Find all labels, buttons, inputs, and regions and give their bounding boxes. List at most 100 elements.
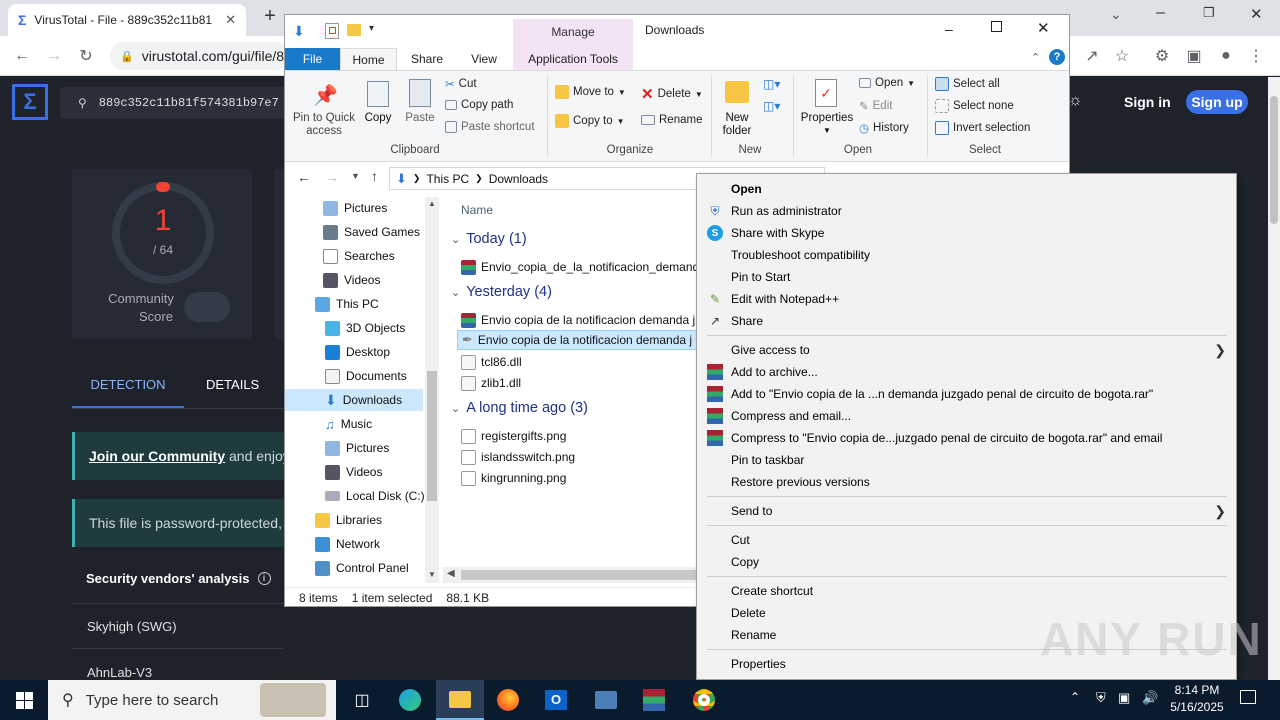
winrar-taskbar-icon[interactable] [630,680,678,720]
notification-center-icon[interactable] [1240,690,1256,704]
tray-network-icon[interactable]: ▣ [1118,690,1130,706]
column-header-name[interactable]: Name [461,203,493,217]
menu-item-edit-notepadpp[interactable]: ✎ Edit with Notepad++ [697,288,1236,310]
explorer-maximize-icon[interactable] [991,21,1002,32]
tray-defender-icon[interactable]: ⛨ [1096,690,1106,706]
restore-icon[interactable]: ❐ [1203,5,1215,21]
bookmark-star-icon[interactable]: ☆ [1110,44,1134,68]
file-item[interactable]: Envio_copia_de_la_notificacion_demand [461,257,699,277]
paste-button[interactable]: Paste [403,112,437,124]
menu-item-open[interactable]: Open [697,178,1236,200]
page-scrollbar-thumb[interactable] [1270,96,1278,224]
tab-file[interactable]: File [285,48,340,70]
file-item-selected[interactable]: ✒ Envio copia de la notificacion demanda … [457,330,697,350]
menu-item-give-access[interactable]: Give access to ❯ [697,339,1236,361]
menu-item-cut[interactable]: Cut [697,529,1236,551]
file-item[interactable]: tcl86.dll [461,352,522,372]
edge-icon[interactable] [386,680,434,720]
nav-item-pictures-2[interactable]: Pictures [325,437,389,459]
back-icon[interactable]: ← [10,44,34,68]
copy-button[interactable]: Copy [363,112,393,124]
tab-application-tools[interactable]: Application Tools [513,48,633,70]
explorer-close-icon[interactable]: ✕ [1037,19,1050,37]
firefox-icon[interactable] [484,680,532,720]
pin-to-quick-access-button[interactable]: Pin to Quick access [289,112,359,138]
edit-button[interactable]: ✎ Edit [859,99,892,113]
properties-dropdown-icon[interactable]: ▼ [823,126,831,135]
tray-overflow-icon[interactable]: ⌃ [1070,690,1080,704]
outlook-icon[interactable]: O [532,680,580,720]
extensions-icon[interactable]: ⚙ [1150,44,1174,68]
nav-back-icon[interactable]: ← [297,169,311,185]
history-button[interactable]: ◷ History [859,121,909,135]
info-icon[interactable]: i [257,572,271,585]
open-button[interactable]: Open ▼ [859,77,915,89]
group-yesterday[interactable]: ⌄ Yesterday (4) [451,284,552,300]
nav-item-network[interactable]: Network [315,533,380,555]
profile-icon[interactable]: ● [1214,44,1238,68]
nav-item-videos-2[interactable]: Videos [325,461,382,483]
reload-icon[interactable]: ↻ [74,44,98,68]
join-community-link[interactable]: Join our Community [89,448,225,464]
qat-dropdown-icon[interactable]: ▾ [369,23,374,34]
nav-item-saved-games[interactable]: Saved Games [323,221,420,243]
breadcrumb-this-pc[interactable]: This PC [426,172,469,186]
menu-item-share[interactable]: ↗ Share [697,310,1236,332]
taskbar-clock[interactable]: 8:14 PM 5/16/2025 [1160,682,1234,718]
nav-item-this-pc[interactable]: This PC [315,293,379,315]
file-explorer-taskbar-icon[interactable] [436,680,484,720]
menu-item-troubleshoot[interactable]: Troubleshoot compatibility [697,244,1236,266]
nav-item-local-disk[interactable]: Local Disk (C:) [325,485,425,507]
nav-item-documents[interactable]: Documents [325,365,407,387]
scroll-left-icon[interactable]: ◀ [447,568,455,579]
group-long-time-ago[interactable]: ⌄ A long time ago (3) [451,400,588,416]
sign-up-button[interactable]: Sign up [1186,90,1248,114]
vt-search-input[interactable]: ⚲ 889c352c11b81f574381b97e7 [60,87,290,119]
menu-item-pin-to-start[interactable]: Pin to Start [697,266,1236,288]
virustotal-logo-icon[interactable]: Σ [12,84,48,120]
nav-forward-icon[interactable]: → [325,169,339,185]
paste-shortcut-button[interactable]: Paste shortcut [445,121,535,133]
tab-share[interactable]: Share [399,48,455,70]
menu-item-share-with-skype[interactable]: S Share with Skype [697,222,1236,244]
file-item[interactable]: islandsswitch.png [461,447,575,467]
menu-item-add-to-archive[interactable]: Add to archive... [697,361,1236,383]
select-none-button[interactable]: Select none [935,99,1014,113]
scroll-up-icon[interactable]: ▲ [428,199,436,208]
horizontal-scrollbar-thumb[interactable] [461,570,697,580]
menu-item-compress-email[interactable]: Compress and email... [697,405,1236,427]
easy-access-icon[interactable]: ◫▾ [763,99,780,113]
browser-tab[interactable]: Σ VirusTotal - File - 889c352c11b81 ✕ [8,4,246,36]
minimize-icon[interactable]: – [1156,4,1165,22]
move-to-button[interactable]: Move to ▼ [555,85,626,99]
cut-button[interactable]: ✂ Cut [445,77,477,91]
nav-item-desktop[interactable]: Desktop [325,341,390,363]
task-view-icon[interactable]: ◫ [338,680,386,720]
help-icon[interactable]: ? [1049,49,1065,65]
menu-item-create-shortcut[interactable]: Create shortcut [697,580,1236,602]
menu-item-run-as-admin[interactable]: ⛨ Run as administrator [697,200,1236,222]
scroll-down-icon[interactable]: ▼ [428,570,436,579]
tab-detection[interactable]: DETECTION [72,376,184,408]
rename-button[interactable]: Rename [641,114,702,126]
new-folder-button[interactable]: New folder [717,112,757,138]
taskbar-search-box[interactable]: ⚲ Type here to search [48,680,336,720]
invert-selection-button[interactable]: Invert selection [935,121,1030,135]
tab-details[interactable]: DETAILS [206,376,259,394]
menu-kebab-icon[interactable]: ⋮ [1244,44,1268,68]
close-tab-icon[interactable]: ✕ [225,12,236,28]
menu-item-compress-to-rar-email[interactable]: Compress to "Envio copia de...juzgado pe… [697,427,1236,449]
menu-item-send-to[interactable]: Send to ❯ [697,500,1236,522]
forward-icon[interactable]: → [42,44,66,68]
chevron-down-icon[interactable]: ⌄ [1110,6,1122,23]
address-bar[interactable]: 🔒 virustotal.com/gui/file/8 [110,42,290,70]
menu-item-copy[interactable]: Copy [697,551,1236,573]
group-today[interactable]: ⌄ Today (1) [451,231,527,247]
tab-home[interactable]: Home [340,48,397,70]
nav-item-3d-objects[interactable]: 3D Objects [325,317,405,339]
copy-to-button[interactable]: Copy to ▼ [555,114,625,128]
share-icon[interactable]: ↗ [1080,44,1104,68]
file-item[interactable]: kingrunning.png [461,468,566,488]
nav-item-videos[interactable]: Videos [323,269,380,291]
nav-item-libraries[interactable]: Libraries [315,509,382,531]
